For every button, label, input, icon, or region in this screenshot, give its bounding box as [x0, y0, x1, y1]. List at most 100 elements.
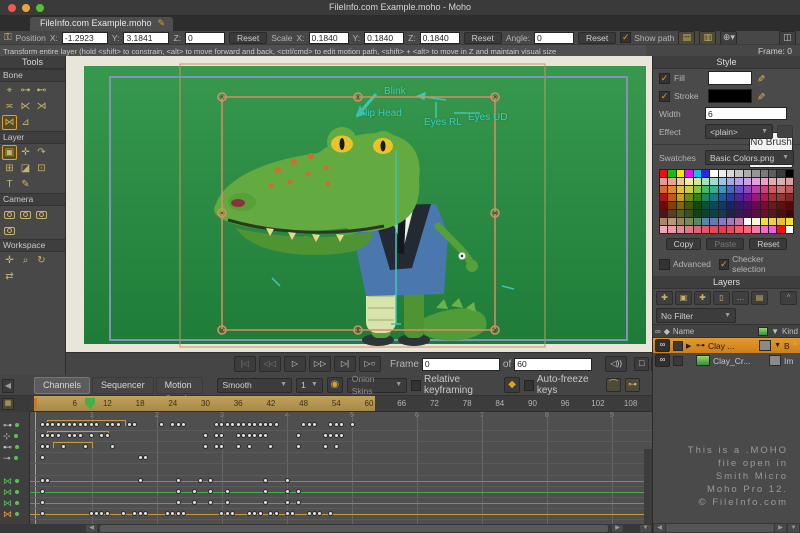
scroll-left-icon[interactable]: ◀	[86, 525, 97, 532]
color-swatch[interactable]	[744, 170, 751, 177]
color-swatch[interactable]	[727, 194, 734, 201]
track-camera-tool[interactable]	[2, 207, 17, 222]
color-swatch[interactable]	[769, 178, 776, 185]
keyframe-dot[interactable]	[241, 433, 246, 438]
position-x-field[interactable]	[62, 32, 108, 44]
duplicate-layer-button[interactable]: ▣	[675, 291, 692, 305]
color-swatch[interactable]	[685, 226, 692, 233]
color-swatch[interactable]	[769, 202, 776, 209]
color-swatch[interactable]	[752, 170, 759, 177]
color-swatch[interactable]	[710, 210, 717, 217]
color-swatch[interactable]	[744, 194, 751, 201]
color-swatch[interactable]	[777, 186, 784, 193]
keyframe-dot[interactable]	[40, 500, 45, 505]
color-swatch[interactable]	[719, 226, 726, 233]
color-swatch[interactable]	[668, 186, 675, 193]
keyframe-dot[interactable]	[176, 422, 181, 427]
color-swatch[interactable]	[719, 210, 726, 217]
shield-icon[interactable]: ◆	[504, 377, 520, 393]
color-swatch[interactable]	[769, 194, 776, 201]
transform-bone-tool[interactable]: ⋈	[2, 115, 17, 130]
color-swatch[interactable]	[761, 186, 768, 193]
keyframe-dot[interactable]	[89, 433, 94, 438]
color-swatch[interactable]	[752, 202, 759, 209]
track-switch-1[interactable]	[30, 476, 652, 487]
layer-checkbox[interactable]	[673, 356, 683, 366]
keyframe-dot[interactable]	[78, 422, 83, 427]
relative-keyframing-checkbox[interactable]: Relative keyframing	[411, 374, 500, 396]
rotate-bone-tool[interactable]: ⊷	[34, 83, 49, 98]
auto-freeze-checkbox[interactable]: Auto-freeze keys	[524, 374, 602, 396]
rotate-workspace-tool[interactable]: ↻	[34, 253, 49, 268]
reset-scale-button[interactable]: Reset	[464, 32, 502, 44]
scale-z-field[interactable]	[420, 32, 460, 44]
roll-camera-tool[interactable]	[34, 207, 49, 222]
keyframe-dot[interactable]	[138, 511, 143, 516]
keyframe-dot[interactable]	[219, 511, 224, 516]
keyframe-dot[interactable]	[225, 500, 230, 505]
keyframe-dot[interactable]	[40, 511, 45, 516]
keyframe-dot[interactable]	[99, 433, 104, 438]
position-z-field[interactable]	[185, 32, 225, 44]
layers-hscroll-thumb[interactable]	[666, 524, 774, 532]
keyframe-dot[interactable]	[198, 478, 203, 483]
color-swatch[interactable]	[710, 186, 717, 193]
keyframe-dot[interactable]	[61, 422, 66, 427]
color-swatch[interactable]	[735, 210, 742, 217]
keyframe-dot[interactable]	[110, 422, 115, 427]
paste-style-button[interactable]: Paste	[706, 238, 744, 250]
add-bone-tool[interactable]: ⊿	[18, 115, 33, 130]
reset-angle-button[interactable]: Reset	[578, 32, 616, 44]
keyframe-dot[interactable]	[285, 511, 290, 516]
keyframe-dot[interactable]	[176, 478, 181, 483]
color-swatch[interactable]	[735, 170, 742, 177]
expand-triangle-icon[interactable]: ▶	[686, 342, 693, 350]
keyframe-dot[interactable]	[247, 511, 252, 516]
document-tab[interactable]: FileInfo.com Example.moho✎	[30, 17, 173, 32]
keyframe-dot[interactable]	[94, 511, 99, 516]
color-swatch[interactable]	[761, 218, 768, 225]
bone-strength-tool[interactable]: ⋊	[34, 99, 49, 114]
keyframe-dot[interactable]	[258, 511, 263, 516]
keyframe-dot[interactable]	[312, 511, 317, 516]
keyframe-dot[interactable]	[121, 511, 126, 516]
keyframe-dot[interactable]	[132, 511, 137, 516]
draw-tool[interactable]: ✎	[18, 177, 33, 192]
keyframe-dot[interactable]	[192, 489, 197, 494]
keyframe-dot[interactable]	[274, 511, 279, 516]
effect-options-button[interactable]	[777, 125, 793, 138]
color-swatch[interactable]	[752, 218, 759, 225]
reset-style-button[interactable]: Reset	[749, 238, 787, 250]
keyframe-dot[interactable]	[208, 478, 213, 483]
step-forward-button[interactable]: ▷▷	[309, 356, 331, 372]
color-swatch[interactable]	[660, 186, 667, 193]
jump-end-button[interactable]: ▷|	[334, 356, 356, 372]
keyframe-dot[interactable]	[45, 422, 50, 427]
keyframe-dot[interactable]	[176, 511, 181, 516]
color-swatch[interactable]	[702, 178, 709, 185]
text-tool[interactable]: T	[2, 177, 17, 192]
color-swatch[interactable]	[752, 226, 759, 233]
color-swatch[interactable]	[668, 210, 675, 217]
color-swatch[interactable]	[660, 194, 667, 201]
color-swatch[interactable]	[761, 178, 768, 185]
layers-horizontal-scrollbar[interactable]: ◀ ▶ ▼	[653, 523, 800, 533]
pan-tilt-camera-tool[interactable]	[2, 223, 17, 238]
keyframe-dot[interactable]	[40, 433, 45, 438]
color-swatch[interactable]	[786, 218, 793, 225]
color-swatch[interactable]	[702, 186, 709, 193]
color-swatch[interactable]	[660, 178, 667, 185]
jump-start-button[interactable]: |◁	[234, 356, 256, 372]
keyframe-dot[interactable]	[83, 444, 88, 449]
color-swatch[interactable]	[668, 202, 675, 209]
layer-filter-dropdown[interactable]: No Filter ▼	[656, 308, 736, 323]
color-swatch[interactable]	[761, 226, 768, 233]
rig-control-flip-head[interactable]: Flip Head	[359, 108, 402, 119]
keyframe-dot[interactable]	[143, 511, 148, 516]
scroll-corner-icon[interactable]: ▼	[640, 525, 651, 532]
layer-dropdown-icon[interactable]: ▼	[774, 342, 781, 349]
color-swatch[interactable]	[668, 178, 675, 185]
reparent-bone-tool[interactable]: ⋉	[18, 99, 33, 114]
timeline-ruler[interactable]: ▦ 6121824303642485460667278849096102108	[0, 396, 652, 412]
keyframe-dot[interactable]	[328, 422, 333, 427]
